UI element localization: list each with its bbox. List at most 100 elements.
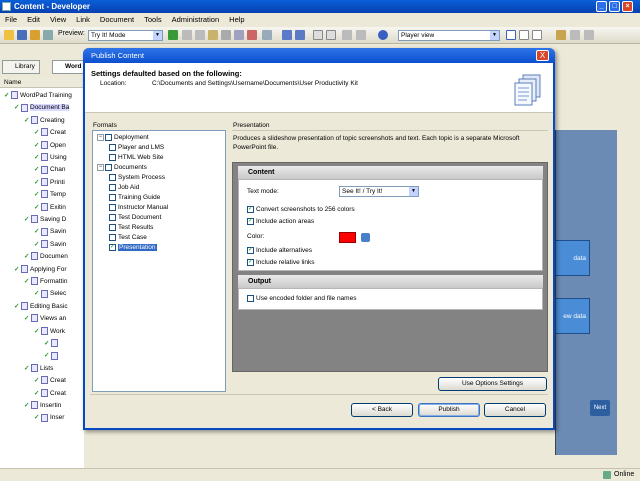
- folder-icon[interactable]: [4, 30, 14, 40]
- checkbox-checked-icon[interactable]: ✓: [109, 243, 116, 251]
- menu-link[interactable]: Link: [71, 13, 95, 27]
- topic-icon[interactable]: [584, 30, 594, 40]
- tree-item[interactable]: ✓ Formattin: [24, 276, 67, 287]
- checkbox-unchecked-icon[interactable]: [109, 223, 116, 231]
- tree-item[interactable]: ✓ Chan: [34, 164, 66, 175]
- find-icon[interactable]: [221, 30, 231, 40]
- checkbox-unchecked-icon[interactable]: [105, 163, 112, 171]
- tree-item[interactable]: ✓ Selec: [34, 288, 66, 299]
- layout-1-icon[interactable]: [506, 30, 516, 40]
- properties-icon[interactable]: [262, 30, 272, 40]
- tree-item[interactable]: ✓ Temp: [34, 189, 66, 200]
- collapse-icon[interactable]: −: [97, 133, 104, 141]
- menu-tools[interactable]: Tools: [139, 13, 167, 27]
- tree-item[interactable]: ✓ Saving D: [24, 214, 66, 225]
- delete-icon[interactable]: [247, 30, 257, 40]
- tree-item[interactable]: ✓ Creat: [34, 375, 66, 386]
- outdent-icon[interactable]: [356, 30, 366, 40]
- checkbox-unchecked-icon[interactable]: [109, 143, 116, 151]
- color-swatch[interactable]: [339, 232, 356, 243]
- play-icon[interactable]: [168, 30, 178, 40]
- format-group[interactable]: − Deployment: [97, 133, 149, 143]
- tree-item[interactable]: ✓ Work: [34, 326, 65, 337]
- tree-item[interactable]: ✓: [44, 338, 60, 349]
- checkbox-unchecked-icon[interactable]: [109, 213, 116, 221]
- copy-icon[interactable]: [195, 30, 205, 40]
- tab-library[interactable]: Library: [2, 60, 40, 74]
- menu-view[interactable]: View: [45, 13, 71, 27]
- tree-item[interactable]: ✓ Documen: [24, 251, 68, 262]
- layout-2-icon[interactable]: [519, 30, 529, 40]
- encoded-names-checkbox[interactable]: Use encoded folder and file names: [247, 294, 356, 304]
- format-item[interactable]: Instructor Manual: [109, 203, 168, 213]
- include-alternatives-checkbox[interactable]: ✓ Include alternatives: [247, 246, 312, 256]
- save-icon[interactable]: [17, 30, 27, 40]
- cancel-button[interactable]: Cancel: [484, 403, 546, 417]
- checkbox-unchecked-icon[interactable]: [109, 183, 116, 191]
- checkbox-unchecked-icon[interactable]: [105, 133, 112, 141]
- tree-item[interactable]: ✓ Views an: [24, 313, 66, 324]
- close-window-button[interactable]: ×: [622, 1, 633, 12]
- minimize-button[interactable]: _: [596, 1, 607, 12]
- name-column-header[interactable]: Name: [0, 77, 84, 88]
- menu-help[interactable]: Help: [224, 13, 249, 27]
- expand-icon[interactable]: [313, 30, 323, 40]
- tree-item[interactable]: ✓ Exitin: [34, 202, 66, 213]
- menu-document[interactable]: Document: [95, 13, 139, 27]
- tree-item[interactable]: ✓ Applying For: [14, 264, 67, 275]
- include-relative-links-checkbox[interactable]: ✓ Include relative links: [247, 258, 315, 268]
- undo-icon[interactable]: [282, 30, 292, 40]
- outline-icon[interactable]: [570, 30, 580, 40]
- tree-item[interactable]: ✓ Using: [34, 152, 67, 163]
- maximize-button[interactable]: □: [609, 1, 620, 12]
- tree-item[interactable]: ✓: [44, 350, 60, 361]
- preview-mode-select[interactable]: Try It! Mode ▼: [88, 30, 163, 41]
- format-item[interactable]: Test Document: [109, 213, 161, 223]
- tree-item[interactable]: ✓ Savin: [34, 239, 66, 250]
- checkbox-unchecked-icon[interactable]: [109, 233, 116, 241]
- text-mode-select[interactable]: See It! / Try It! ▼: [339, 186, 419, 197]
- tree-item[interactable]: ✓ Creat: [34, 388, 66, 399]
- tree-item[interactable]: ✓ Lists: [24, 363, 53, 374]
- menu-edit[interactable]: Edit: [22, 13, 45, 27]
- include-action-areas-checkbox[interactable]: ✓ Include action areas: [247, 217, 314, 227]
- tree-item[interactable]: ✓ Inser: [34, 412, 64, 423]
- format-item[interactable]: Test Case: [109, 233, 147, 243]
- color-picker-icon[interactable]: [361, 233, 370, 242]
- tab-word[interactable]: Word: [52, 60, 84, 74]
- link-icon[interactable]: [234, 30, 244, 40]
- checkbox-unchecked-icon[interactable]: [109, 173, 116, 181]
- collapse-icon[interactable]: [326, 30, 336, 40]
- checkbox-unchecked-icon[interactable]: [109, 153, 116, 161]
- next-button[interactable]: Next: [590, 400, 610, 416]
- convert-screenshots-checkbox[interactable]: ✓ Convert screenshots to 256 colors: [247, 205, 355, 215]
- output-section-header[interactable]: Output: [238, 275, 543, 288]
- indent-icon[interactable]: [342, 30, 352, 40]
- tree-item[interactable]: ✓ Creating: [24, 115, 65, 126]
- format-item[interactable]: Job Aid: [109, 183, 139, 193]
- tree-item[interactable]: ✓ Printi: [34, 177, 65, 188]
- paste-icon[interactable]: [208, 30, 218, 40]
- format-item[interactable]: System Process: [109, 173, 165, 183]
- publish-button[interactable]: Publish: [418, 403, 480, 417]
- format-item[interactable]: Test Results: [109, 223, 153, 233]
- content-section-header[interactable]: Content: [238, 166, 543, 179]
- cut-icon[interactable]: [182, 30, 192, 40]
- tree-item[interactable]: ✓ Savin: [34, 226, 66, 237]
- format-item[interactable]: ✓ Presentation: [109, 243, 157, 253]
- tree-item[interactable]: ✓ Document Ba: [14, 102, 70, 113]
- properties-pane-icon[interactable]: [556, 30, 566, 40]
- format-group[interactable]: − Documents: [97, 163, 147, 173]
- tree-item[interactable]: ✓ Editing Basic: [14, 301, 68, 312]
- menu-file[interactable]: File: [0, 13, 22, 27]
- player-view-select[interactable]: Player view ▼: [398, 30, 500, 41]
- format-item[interactable]: Training Guide: [109, 193, 160, 203]
- collapse-icon[interactable]: −: [97, 163, 104, 171]
- format-item[interactable]: HTML Web Site: [109, 153, 164, 163]
- checkbox-unchecked-icon[interactable]: [109, 203, 116, 211]
- checkbox-unchecked-icon[interactable]: [109, 193, 116, 201]
- redo-icon[interactable]: [295, 30, 305, 40]
- print-icon[interactable]: [43, 30, 53, 40]
- menu-administration[interactable]: Administration: [167, 13, 225, 27]
- tree-item[interactable]: ✓ Insertin: [24, 400, 61, 411]
